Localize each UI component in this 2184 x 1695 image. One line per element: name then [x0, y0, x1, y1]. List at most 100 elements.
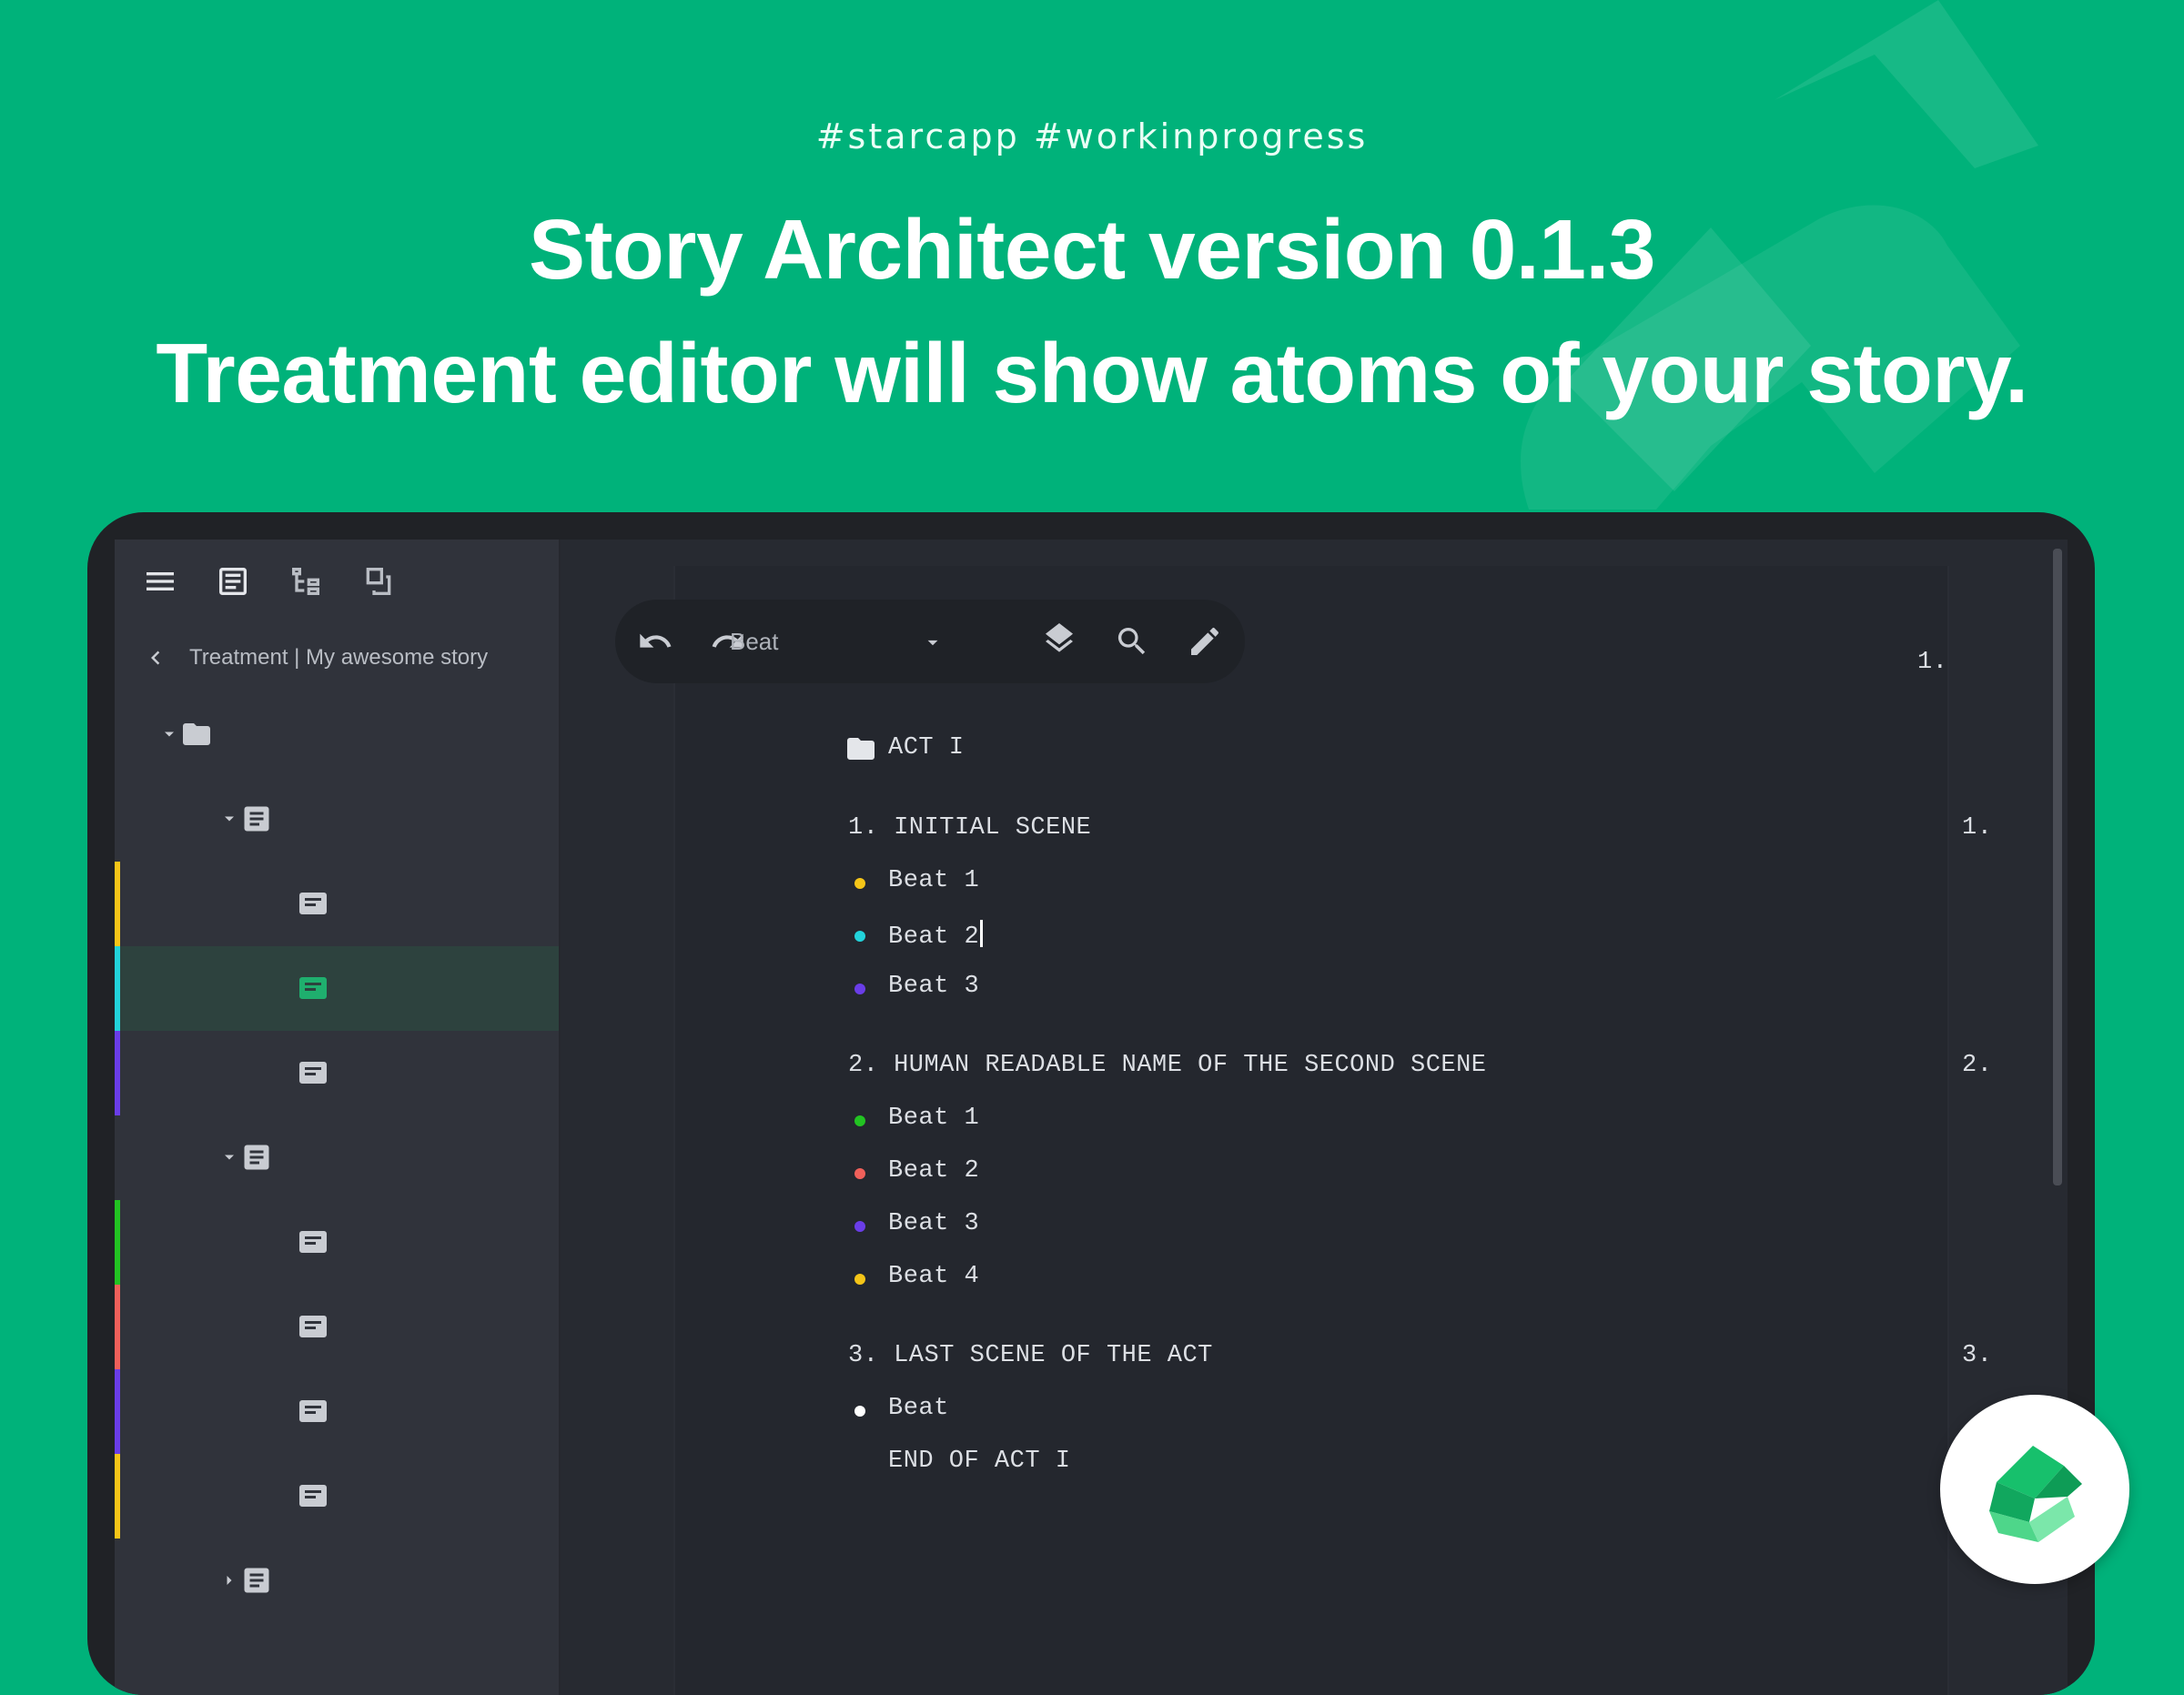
breadcrumb-label: Treatment | My awesome story [189, 645, 489, 670]
pen-icon[interactable] [1187, 623, 1223, 660]
act-heading[interactable]: ACT I [888, 734, 965, 762]
caret-down-icon[interactable] [160, 725, 178, 743]
tree-item[interactable] [115, 692, 559, 777]
hashtags: #starcapp #workinprogress [815, 116, 1369, 156]
beat-color-dot [854, 931, 865, 942]
beat-color-dot [854, 1168, 865, 1179]
beat-color-dot [854, 984, 865, 994]
caret-down-icon[interactable] [220, 810, 238, 828]
app-screen: Treatment | My awesome story Beat 1. ACT… [115, 540, 2068, 1695]
scene-number[interactable]: 2. [1962, 1052, 1992, 1079]
editor-scrollbar[interactable] [2053, 549, 2062, 1185]
undo-icon[interactable] [637, 623, 673, 660]
scene-icon [244, 1568, 269, 1593]
tree-item[interactable] [115, 1539, 559, 1623]
scene-number-text: 2. [1962, 1052, 1993, 1079]
beat-paragraph[interactable]: Beat 3 [888, 1210, 979, 1237]
scene-number[interactable]: 3. [1962, 1342, 1992, 1369]
beat-paragraph[interactable]: Beat 2 [888, 1157, 979, 1185]
tree-item[interactable] [115, 862, 559, 946]
headline-subtitle: Treatment editor will show atoms of your… [156, 326, 2028, 420]
tree-item[interactable] [115, 1285, 559, 1369]
scene-heading-text: 1. INITIAL SCENE [848, 814, 1092, 842]
search-icon[interactable] [1114, 623, 1150, 660]
beat-color-marker [115, 862, 120, 946]
tree-item[interactable] [115, 1115, 559, 1200]
story-architect-logo-icon [1989, 1446, 2082, 1542]
beat-paragraph-text: Beat 2 [888, 923, 980, 951]
device-frame: Treatment | My awesome story Beat 1. ACT… [87, 512, 2095, 1695]
beat-paragraph-text: Beat 3 [888, 1210, 980, 1237]
caret-right-icon[interactable] [220, 1571, 238, 1589]
tree-item[interactable] [115, 1031, 559, 1115]
paragraph-type-value: Beat [730, 627, 779, 655]
page-number: 1. [1917, 649, 1948, 676]
tree-item[interactable] [115, 1454, 559, 1539]
beat-paragraph-text: Beat 4 [888, 1263, 980, 1290]
tree-item[interactable] [115, 777, 559, 862]
structure-icon[interactable] [288, 563, 324, 600]
beat-color-dot [854, 1274, 865, 1285]
tree-item[interactable] [115, 1200, 559, 1285]
caret-down-icon[interactable] [220, 1148, 238, 1166]
beat-paragraph-text: Beat 3 [888, 973, 980, 1000]
beat-color-dot [854, 1406, 865, 1417]
beat-paragraph-text: Beat 1 [888, 867, 980, 894]
beat-icon [299, 1231, 327, 1253]
beat-icon [299, 893, 327, 914]
scene-number-text: 1. [1962, 814, 1993, 842]
beat-icon [299, 1062, 327, 1084]
beat-paragraph-text: Beat [888, 1395, 949, 1422]
act-footer-text: END OF ACT I [888, 1448, 1071, 1475]
app-logo-badge [1940, 1395, 2129, 1584]
text-cursor [980, 920, 984, 947]
beat-color-dot [854, 878, 865, 889]
paragraph-type-select[interactable]: Beat [730, 623, 957, 660]
beat-paragraph-text: Beat 2 [888, 1157, 980, 1185]
beat-paragraph[interactable]: Beat 4 [888, 1263, 979, 1290]
beat-color-marker [115, 1285, 120, 1369]
scene-heading-text: 2. HUMAN READABLE NAME OF THE SECOND SCE… [848, 1052, 1487, 1079]
beat-paragraph[interactable]: Beat 1 [888, 1105, 979, 1132]
beat-color-marker [115, 1200, 120, 1285]
tree-item[interactable] [115, 946, 559, 1031]
scene-heading-text: 3. LAST SCENE OF THE ACT [848, 1342, 1213, 1369]
tree-item[interactable] [115, 1369, 559, 1454]
editor-toolbar: Beat [615, 600, 1245, 683]
headline-title: Story Architect version 0.1.3 [528, 202, 1656, 297]
act-footer[interactable]: END OF ACT I [888, 1448, 1070, 1475]
beat-paragraph-text: Beat 1 [888, 1105, 980, 1132]
beat-color-marker [115, 1031, 120, 1115]
layers-icon[interactable] [1041, 623, 1077, 660]
beat-paragraph[interactable]: Beat 2 [888, 920, 984, 951]
beat-icon [299, 1316, 327, 1337]
scene-icon [244, 1145, 269, 1170]
beat-color-marker [115, 1369, 120, 1454]
beat-color-marker [115, 1454, 120, 1539]
beat-paragraph[interactable]: Beat [888, 1395, 949, 1422]
copy-icon[interactable] [360, 563, 397, 600]
scene-icon [244, 806, 269, 832]
beat-color-dot [854, 1115, 865, 1126]
beat-paragraph[interactable]: Beat 3 [888, 973, 979, 1000]
menu-icon[interactable] [142, 563, 178, 600]
folder-icon [183, 723, 210, 745]
scene-heading[interactable]: 1. INITIAL SCENE [848, 814, 1091, 842]
scene-number[interactable]: 1. [1962, 814, 1992, 842]
breadcrumb[interactable]: Treatment | My awesome story [142, 640, 488, 676]
folder-icon [847, 738, 875, 760]
act-heading-text: ACT I [888, 734, 965, 762]
document-icon[interactable] [215, 563, 251, 600]
beat-icon [299, 1485, 327, 1507]
scene-heading[interactable]: 2. HUMAN READABLE NAME OF THE SECOND SCE… [848, 1052, 1487, 1079]
scene-number-text: 3. [1962, 1342, 1993, 1369]
beat-color-dot [854, 1221, 865, 1232]
beat-icon [299, 977, 327, 999]
navigator-sidebar: Treatment | My awesome story [115, 540, 561, 1695]
scene-heading[interactable]: 3. LAST SCENE OF THE ACT [848, 1342, 1213, 1369]
beat-paragraph[interactable]: Beat 1 [888, 867, 979, 894]
chevron-down-icon [927, 640, 938, 646]
beat-color-marker [115, 946, 120, 1031]
chevron-left-icon[interactable] [142, 644, 169, 671]
beat-icon [299, 1400, 327, 1422]
